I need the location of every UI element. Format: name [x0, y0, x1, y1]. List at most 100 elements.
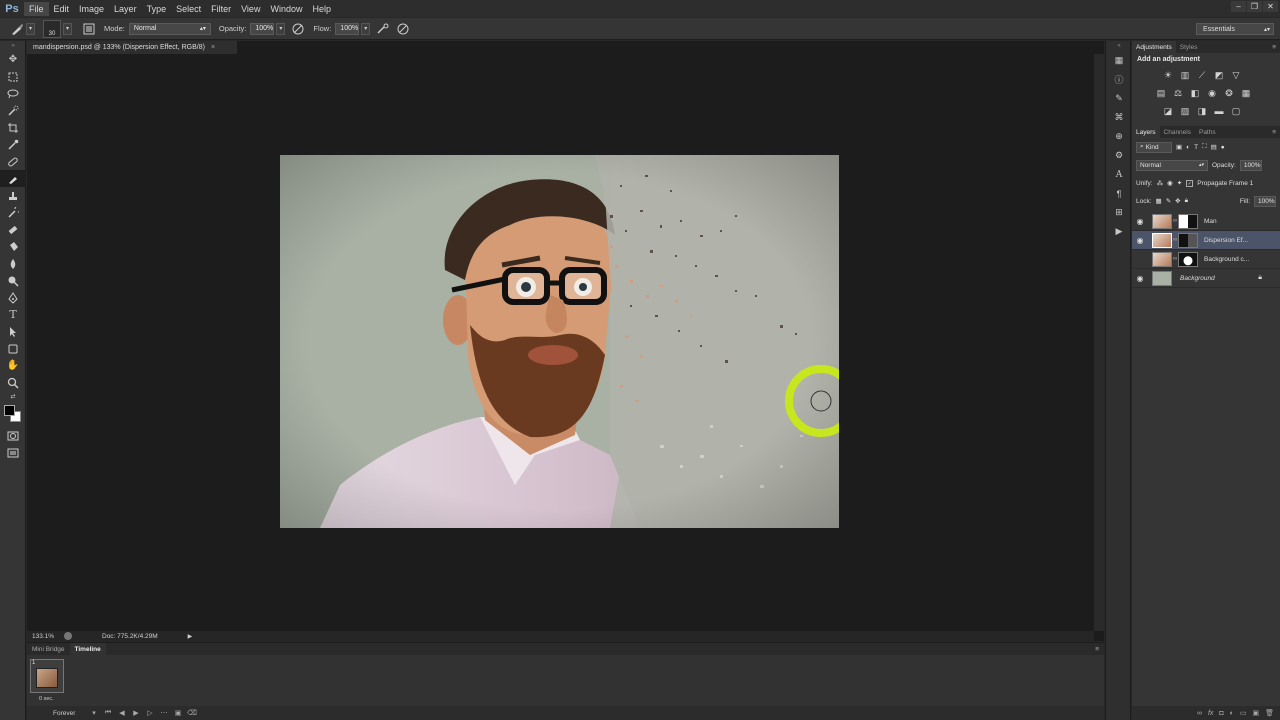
menu-layer[interactable]: Layer — [109, 2, 142, 16]
filter-type-icon[interactable]: T — [1194, 144, 1198, 151]
info-panel-icon[interactable]: ⓘ — [1106, 70, 1132, 89]
tween-icon[interactable]: ⋯ — [157, 709, 171, 717]
vertical-scrollbar[interactable] — [1094, 54, 1104, 631]
close-button[interactable]: ✕ — [1263, 1, 1278, 12]
pen-tool-icon[interactable] — [0, 289, 26, 306]
pressure-size-icon[interactable] — [396, 22, 410, 36]
opacity-input[interactable]: 100% — [250, 22, 275, 35]
restore-button[interactable]: ❐ — [1247, 1, 1262, 12]
screen-mode-icon[interactable] — [0, 444, 26, 461]
document-tab-close-icon[interactable]: × — [211, 44, 215, 51]
document-image[interactable] — [280, 155, 839, 528]
filter-adjustment-icon[interactable]: ◐ — [1186, 144, 1190, 151]
shape-tool-icon[interactable] — [0, 340, 26, 357]
filter-pixel-icon[interactable]: ▣ — [1176, 143, 1182, 151]
adjustments-menu-icon[interactable]: ≡ — [1272, 44, 1276, 51]
canvas[interactable] — [27, 54, 1094, 631]
brush-panel-icon[interactable]: ✎ — [1106, 89, 1132, 108]
menu-file[interactable]: File — [24, 1, 49, 16]
toolbar-collapse-icon[interactable]: » — [0, 41, 26, 51]
photo-filter-icon[interactable]: ◉ — [1205, 86, 1219, 100]
layer-style-icon[interactable]: fx — [1208, 710, 1213, 717]
menu-image[interactable]: Image — [74, 2, 109, 16]
menu-window[interactable]: Window — [265, 2, 307, 16]
character-panel-icon[interactable]: A — [1106, 165, 1132, 184]
quick-mask-icon[interactable] — [0, 427, 26, 444]
layer-name[interactable]: Background c... — [1204, 256, 1249, 263]
lock-transparent-icon[interactable]: ▦ — [1156, 197, 1162, 205]
unify-position-icon[interactable]: ⁂ — [1157, 179, 1164, 187]
next-frame-icon[interactable]: ▷ — [143, 709, 157, 717]
tool-presets-icon[interactable]: ⊞ — [1106, 203, 1132, 222]
menu-view[interactable]: View — [236, 2, 265, 16]
status-menu-arrow-icon[interactable]: ▶ — [188, 633, 193, 640]
layer-man[interactable]: ◉ ∞ Man — [1132, 212, 1280, 231]
type-tool-icon[interactable]: T — [0, 306, 26, 323]
mode-select[interactable]: Normal ▴▾ — [128, 22, 211, 35]
layer-name[interactable]: Man — [1204, 218, 1217, 225]
dock-collapse-icon[interactable]: « — [1106, 41, 1132, 51]
play-icon[interactable]: ▶ — [129, 709, 143, 717]
loop-dropdown-icon[interactable]: ▾ — [87, 709, 101, 717]
clone-stamp-tool-icon[interactable] — [0, 187, 26, 204]
timeline-menu-icon[interactable]: ≡ — [1095, 646, 1099, 653]
paragraph-panel-icon[interactable]: ¶ — [1106, 184, 1132, 203]
tab-adjustments[interactable]: Adjustments — [1132, 41, 1176, 53]
layer-filter-select[interactable]: ⌕ Kind — [1136, 141, 1172, 153]
lock-all-icon[interactable]: 🔒︎ — [1185, 197, 1188, 205]
levels-icon[interactable]: ▥ — [1178, 68, 1192, 82]
layer-visibility-eye-icon[interactable]: ◉ — [1132, 217, 1148, 226]
layer-visibility-eye-icon[interactable]: ◉ — [1132, 274, 1148, 283]
filter-shape-icon[interactable]: ⛶ — [1202, 143, 1207, 151]
previous-frame-icon[interactable]: ◀ — [115, 709, 129, 717]
threshold-icon[interactable]: ◨ — [1195, 104, 1209, 118]
selective-color-icon[interactable]: ▢ — [1229, 104, 1243, 118]
layer-dispersion-effect[interactable]: ◉ ∞ Dispersion Ef... — [1132, 231, 1280, 250]
exposure-icon[interactable]: ◩ — [1212, 68, 1226, 82]
new-layer-icon[interactable]: ▣ — [1252, 709, 1259, 717]
history-brush-tool-icon[interactable] — [0, 204, 26, 221]
eyedropper-tool-icon[interactable] — [0, 136, 26, 153]
add-mask-icon[interactable]: ◘ — [1219, 710, 1223, 717]
animation-frame[interactable]: 1 — [30, 659, 64, 693]
lock-position-icon[interactable]: ✥ — [1175, 197, 1180, 205]
brush-presets-icon[interactable]: ⌘ — [1106, 108, 1132, 127]
brush-tool-preset-icon[interactable] — [10, 22, 24, 36]
dodge-tool-icon[interactable] — [0, 272, 26, 289]
layer-visibility-eye-icon[interactable]: ◉ — [1132, 236, 1148, 245]
filter-smart-object-icon[interactable]: ▤ — [1211, 143, 1217, 151]
foreground-color-swatch[interactable] — [4, 405, 15, 416]
layers-menu-icon[interactable]: ≡ — [1272, 129, 1276, 136]
filter-toggle-icon[interactable]: ● — [1221, 144, 1225, 151]
tab-layers[interactable]: Layers — [1132, 126, 1160, 138]
paint-bucket-tool-icon[interactable] — [0, 238, 26, 255]
document-tab[interactable]: mandispersion.psd @ 133% (Dispersion Eff… — [27, 41, 237, 54]
color-balance-icon[interactable]: ⚖ — [1171, 86, 1185, 100]
channel-mixer-icon[interactable]: ❂ — [1222, 86, 1236, 100]
brush-tool-icon[interactable] — [0, 170, 26, 187]
vibrance-icon[interactable]: ▽ — [1229, 68, 1243, 82]
history-panel-icon[interactable]: ▦ — [1106, 51, 1132, 70]
tab-channels[interactable]: Channels — [1160, 126, 1195, 138]
brush-size-dropdown[interactable]: ▾ — [63, 22, 72, 35]
hue-saturation-icon[interactable]: ▤ — [1154, 86, 1168, 100]
status-info-icon[interactable] — [64, 632, 72, 640]
tab-mini-bridge[interactable]: Mini Bridge — [27, 643, 70, 655]
layer-mask-thumbnail[interactable] — [1178, 232, 1198, 248]
unify-style-icon[interactable]: ✦ — [1177, 179, 1182, 187]
swap-colors-icon[interactable]: ⇄ — [0, 391, 26, 401]
gradient-map-icon[interactable]: ▬ — [1212, 104, 1226, 118]
curves-icon[interactable]: ⟋ — [1195, 68, 1209, 82]
crop-tool-icon[interactable] — [0, 119, 26, 136]
menu-help[interactable]: Help — [307, 2, 336, 16]
move-tool-icon[interactable]: ✥ — [0, 51, 26, 68]
new-group-icon[interactable]: ▭ — [1240, 709, 1247, 717]
new-adjustment-layer-icon[interactable]: ◐ — [1230, 710, 1234, 717]
delete-frame-icon[interactable]: ⌫ — [185, 709, 199, 717]
blur-tool-icon[interactable] — [0, 255, 26, 272]
fill-input[interactable]: 100% — [1254, 195, 1276, 207]
blend-mode-select[interactable]: Normal ▴▾ — [1136, 159, 1208, 171]
minimize-button[interactable]: – — [1231, 1, 1246, 12]
layer-name[interactable]: Background — [1180, 275, 1215, 282]
opacity-dropdown[interactable]: ▾ — [276, 22, 286, 35]
